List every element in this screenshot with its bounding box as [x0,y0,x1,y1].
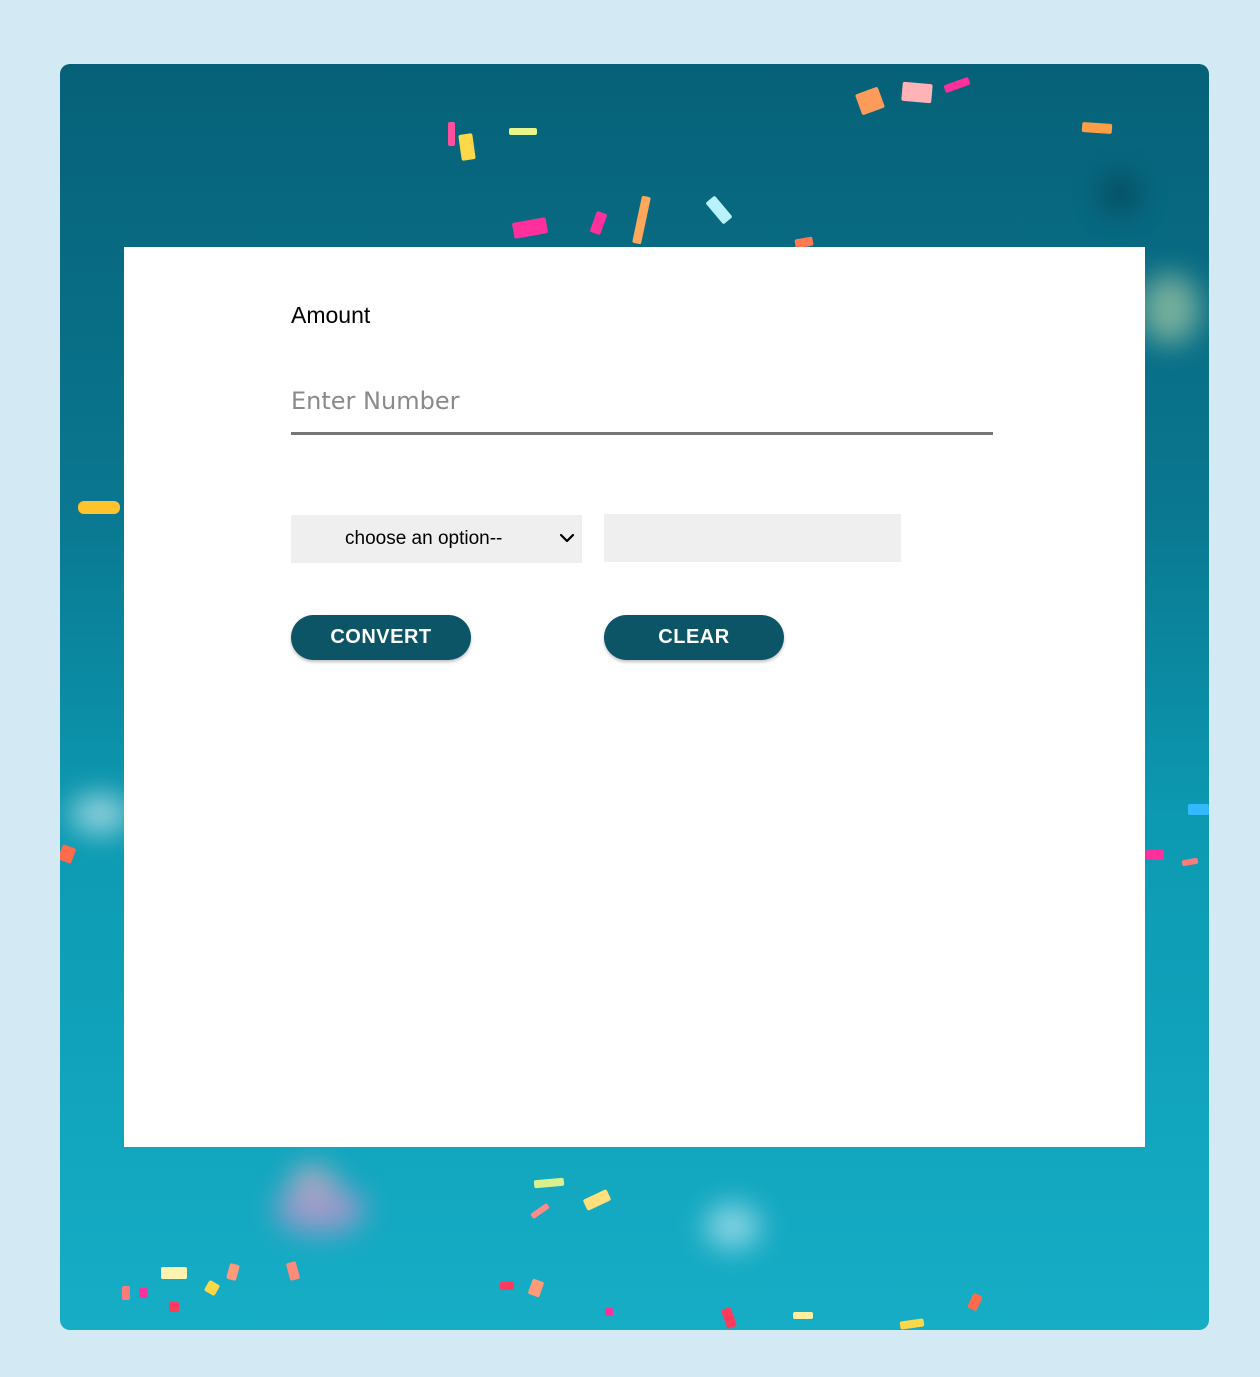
bokeh-blob [705,1204,760,1249]
confetti-background-image: Amount choose an option-- CONVERT CLEAR [60,64,1209,1330]
confetti-piece [1146,850,1164,860]
amount-label: Amount [291,302,371,328]
confetti-piece [533,1177,565,1189]
confetti-piece [509,128,537,135]
confetti-piece [527,1278,545,1298]
chevron-down-icon [559,533,575,543]
confetti-piece [854,86,886,116]
confetti-piece [943,76,971,94]
confetti-piece [226,1262,240,1282]
confetti-piece [203,1279,221,1297]
converter-card: Amount choose an option-- CONVERT CLEAR [124,247,1145,1147]
confetti-piece [500,1282,514,1290]
confetti-piece [720,1306,738,1330]
confetti-piece [139,1288,148,1298]
confetti-piece [285,1261,301,1281]
confetti-piece [793,1312,813,1319]
confetti-piece [899,1318,925,1330]
confetti-piece [705,195,733,225]
confetti-piece [1188,804,1209,815]
confetti-piece [901,81,933,104]
confetti-piece [589,210,608,236]
confetti-piece [511,217,549,239]
currency-select-value: choose an option-- [345,528,503,549]
confetti-piece [1181,857,1199,867]
confetti-piece [169,1302,179,1312]
confetti-piece [161,1267,187,1279]
bokeh-blob [1140,274,1200,344]
confetti-piece [530,1202,550,1220]
confetti-piece [122,1286,130,1300]
bokeh-blob [290,1164,335,1199]
result-field[interactable] [604,514,901,562]
convert-button[interactable]: CONVERT [291,615,471,660]
confetti-piece [605,1308,613,1316]
confetti-piece [78,501,120,514]
bokeh-blob [1100,174,1140,214]
confetti-piece [1081,121,1113,135]
confetti-piece [448,122,455,146]
confetti-piece [458,133,476,161]
confetti-piece [582,1189,612,1211]
clear-button[interactable]: CLEAR [604,615,784,660]
confetti-piece [967,1292,983,1312]
amount-input[interactable] [291,369,993,435]
confetti-piece [60,844,77,864]
confetti-piece [632,195,651,245]
currency-select[interactable]: choose an option-- [291,515,582,563]
bokeh-blob [70,794,130,834]
